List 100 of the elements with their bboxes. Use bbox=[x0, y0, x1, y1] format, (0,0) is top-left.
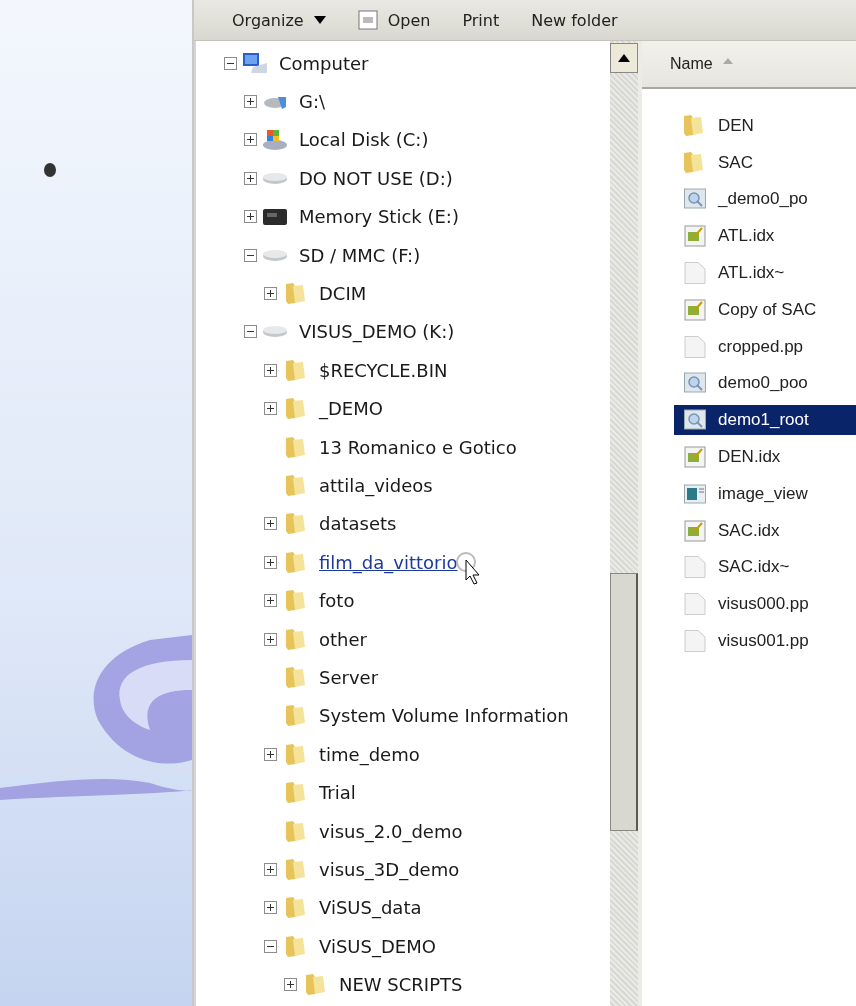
expand-icon bbox=[264, 363, 277, 377]
tree-item[interactable]: film_da_vittorio bbox=[264, 551, 458, 573]
tree-item[interactable]: System Volume Information bbox=[264, 705, 569, 727]
tree-item[interactable]: Local Disk (C:) bbox=[244, 129, 429, 151]
collapse-icon bbox=[264, 939, 277, 953]
collapse-icon bbox=[244, 248, 257, 262]
tree-item[interactable]: ViSUS_data bbox=[264, 897, 422, 919]
folder-icon bbox=[305, 974, 325, 996]
toolbar-button[interactable]: Print bbox=[460, 8, 502, 32]
notepad-file-icon bbox=[684, 445, 706, 468]
folder-icon bbox=[285, 359, 305, 381]
scroll-up-button[interactable] bbox=[610, 43, 638, 73]
computer-icon bbox=[243, 53, 267, 74]
drive-icon bbox=[264, 94, 286, 109]
tree-item[interactable]: Trial bbox=[264, 782, 356, 804]
expand-icon bbox=[244, 95, 257, 109]
folder-icon bbox=[285, 590, 305, 612]
folder-icon bbox=[285, 513, 305, 535]
folder-icon bbox=[684, 114, 706, 137]
folder-icon bbox=[285, 705, 305, 727]
tree-item[interactable]: time_demo bbox=[264, 743, 420, 765]
folder-icon bbox=[285, 283, 305, 305]
drive-icon bbox=[263, 326, 287, 338]
collapse-icon bbox=[224, 56, 237, 70]
column-header[interactable]: Name bbox=[642, 41, 856, 89]
folder-icon bbox=[285, 436, 305, 458]
file-name: _demo0_po bbox=[718, 189, 808, 210]
tree-item[interactable]: visus_2.0_demo bbox=[264, 820, 463, 842]
tree-item[interactable]: ViSUS_DEMO bbox=[264, 935, 436, 957]
tree-item[interactable]: attila_videos bbox=[264, 475, 433, 496]
file-row[interactable]: Copy of SAC bbox=[674, 294, 856, 325]
tree-item[interactable]: DO NOT USE (D:) bbox=[244, 167, 453, 189]
folder-icon bbox=[285, 398, 305, 420]
magnifier-file-icon bbox=[684, 409, 706, 432]
file-row[interactable]: visus000.pp bbox=[674, 589, 856, 620]
expand-icon bbox=[264, 747, 277, 761]
collapse-icon bbox=[244, 325, 257, 339]
file-row[interactable]: demo0_poo bbox=[674, 368, 856, 399]
tree-item[interactable]: datasets bbox=[264, 513, 397, 535]
expand-icon bbox=[284, 978, 297, 992]
tree-item[interactable]: visus_3D_demo bbox=[264, 858, 460, 880]
tree-item[interactable]: Memory Stick (E:) bbox=[244, 206, 459, 228]
file-name: Copy of SAC bbox=[718, 299, 817, 320]
tree-item[interactable]: foto bbox=[264, 590, 355, 612]
file-row[interactable]: demo1_root bbox=[674, 405, 856, 436]
folder-icon bbox=[285, 897, 305, 919]
file-name: demo0_poo bbox=[718, 373, 808, 394]
tree-item[interactable]: G:\ bbox=[244, 91, 326, 113]
file-name: SAC.idx~ bbox=[718, 557, 790, 578]
file-row[interactable]: _demo0_po bbox=[674, 184, 856, 215]
file-name: visus000.pp bbox=[718, 594, 809, 615]
tree-item[interactable]: _DEMO bbox=[264, 398, 383, 420]
expand-icon bbox=[264, 287, 277, 301]
expand-icon bbox=[244, 210, 257, 224]
caret-icon bbox=[313, 16, 326, 24]
expand-icon bbox=[264, 402, 277, 416]
organize-menu-button[interactable]: Organize bbox=[230, 8, 328, 32]
file-row[interactable]: image_view bbox=[674, 478, 856, 509]
file-row[interactable]: cropped.pp bbox=[674, 331, 856, 362]
tree-item[interactable]: VISUS_DEMO (K:) bbox=[244, 321, 455, 343]
folder-icon bbox=[285, 743, 305, 765]
expand-icon bbox=[264, 901, 277, 915]
blank-file-icon bbox=[684, 629, 706, 652]
toolbar-button[interactable]: New folder bbox=[529, 8, 620, 32]
notepad-file-icon bbox=[684, 519, 706, 542]
tree-item[interactable]: SD / MMC (F:) bbox=[244, 244, 421, 266]
folder-icon bbox=[285, 782, 305, 804]
file-name: cropped.pp bbox=[718, 336, 804, 357]
tree-item[interactable]: Computer bbox=[224, 52, 369, 74]
blank-file-icon bbox=[684, 335, 706, 358]
expand-icon bbox=[264, 862, 277, 876]
expand-icon bbox=[244, 171, 257, 185]
file-row[interactable]: SAC.idx~ bbox=[674, 552, 856, 583]
scrollbar[interactable] bbox=[610, 41, 638, 1006]
expand-icon bbox=[264, 555, 277, 569]
tree-item[interactable]: Server bbox=[264, 666, 379, 688]
tree-item[interactable]: DCIM bbox=[264, 283, 367, 305]
file-name: SAC.idx bbox=[718, 520, 780, 541]
blank-file-icon bbox=[684, 593, 706, 616]
file-row[interactable]: SAC bbox=[674, 147, 856, 178]
file-row[interactable]: SAC.idx bbox=[674, 515, 856, 546]
tree-item[interactable]: $RECYCLE.BIN bbox=[264, 359, 448, 381]
tree-item[interactable]: other bbox=[264, 628, 367, 650]
folder-icon bbox=[285, 628, 305, 650]
file-row[interactable]: ATL.idx bbox=[674, 221, 856, 252]
file-row[interactable]: DEN bbox=[674, 110, 856, 141]
tree-item[interactable]: 13 Romanico e Gotico bbox=[264, 436, 517, 458]
file-row[interactable]: visus001.pp bbox=[674, 625, 856, 656]
folder-icon bbox=[285, 935, 305, 957]
open-button[interactable]: Open bbox=[355, 8, 433, 32]
blank-file-icon bbox=[684, 262, 706, 284]
file-row[interactable]: DEN.idx bbox=[674, 441, 856, 472]
expand-icon bbox=[264, 517, 277, 531]
folder-icon bbox=[285, 475, 305, 496]
file-name: SAC bbox=[718, 152, 753, 173]
window-file-icon bbox=[684, 482, 706, 505]
document-icon bbox=[357, 10, 378, 30]
tree-item[interactable]: NEW SCRIPTS bbox=[284, 974, 463, 996]
scrollbar-thumb[interactable] bbox=[610, 573, 638, 831]
file-row[interactable]: ATL.idx~ bbox=[674, 258, 856, 288]
